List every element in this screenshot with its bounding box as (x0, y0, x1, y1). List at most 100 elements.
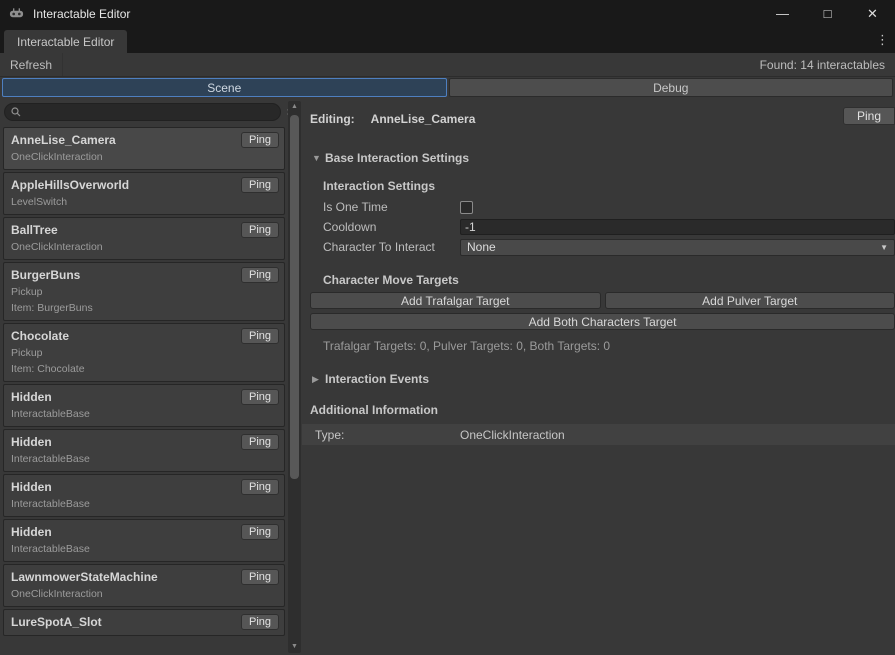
ping-button[interactable]: Ping (241, 132, 279, 148)
item-details: OneClickInteraction (11, 151, 238, 163)
ping-button[interactable]: Ping (241, 267, 279, 283)
foldout-closed-icon: ▶ (312, 374, 325, 385)
list-scrollbar[interactable]: ▲ ▼ (288, 101, 301, 653)
item-detail: Pickup (11, 347, 238, 359)
ping-button[interactable]: Ping (241, 524, 279, 540)
move-targets-header: Character Move Targets (323, 273, 895, 287)
item-name: Hidden (11, 525, 238, 539)
item-details: OneClickInteraction (11, 241, 238, 253)
item-details: OneClickInteraction (11, 588, 238, 600)
item-name: LawnmowerStateMachine (11, 570, 238, 584)
minimize-button[interactable]: — (760, 0, 805, 27)
is-one-time-label: Is One Time (323, 200, 460, 214)
scroll-up-icon[interactable]: ▲ (288, 101, 301, 113)
refresh-button[interactable]: Refresh (0, 53, 63, 76)
list-item[interactable]: BallTree OneClickInteraction Ping (3, 217, 285, 260)
list-item[interactable]: Hidden InteractableBase Ping (3, 474, 285, 517)
character-to-interact-dropdown[interactable]: None ▼ (460, 239, 895, 256)
ping-button[interactable]: Ping (241, 479, 279, 495)
maximize-button[interactable]: □ (805, 0, 850, 27)
dropdown-value: None (467, 240, 880, 254)
interaction-events-foldout-label: Interaction Events (325, 372, 429, 386)
close-button[interactable]: ✕ (850, 0, 895, 27)
tab-debug[interactable]: Debug (449, 78, 894, 97)
foldout-open-icon: ▼ (312, 153, 325, 163)
list-item[interactable]: Chocolate Pickup Item: Chocolate Ping (3, 323, 285, 382)
item-detail: InteractableBase (11, 543, 238, 555)
add-trafalgar-target-button[interactable]: Add Trafalgar Target (310, 292, 601, 309)
interactable-list: AnneLise_Camera OneClickInteraction Ping… (0, 126, 302, 655)
type-label: Type: (315, 428, 460, 442)
add-pulver-target-button[interactable]: Add Pulver Target (605, 292, 895, 309)
search-row: × (0, 98, 302, 126)
cooldown-label: Cooldown (323, 220, 460, 234)
ping-button[interactable]: Ping (241, 434, 279, 450)
item-name: BallTree (11, 223, 238, 237)
item-detail: InteractableBase (11, 453, 238, 465)
item-details: PickupItem: BurgerBuns (11, 286, 238, 314)
target-buttons-row: Add Trafalgar Target Add Pulver Target (310, 292, 895, 309)
list-item[interactable]: Hidden InteractableBase Ping (3, 384, 285, 427)
scrollbar-thumb[interactable] (290, 115, 299, 479)
item-name: BurgerBuns (11, 268, 238, 282)
ping-button[interactable]: Ping (241, 177, 279, 193)
cooldown-field[interactable] (460, 219, 895, 235)
item-details: InteractableBase (11, 408, 238, 420)
main-content: × AnneLise_Camera OneClickInteraction Pi… (0, 98, 895, 655)
item-detail: OneClickInteraction (11, 241, 238, 253)
item-detail: OneClickInteraction (11, 588, 238, 600)
item-name: Hidden (11, 390, 238, 404)
ping-button[interactable]: Ping (241, 569, 279, 585)
interaction-events-foldout[interactable]: ▶ Interaction Events (312, 372, 895, 386)
item-name: AnneLise_Camera (11, 133, 238, 147)
item-details: InteractableBase (11, 543, 238, 555)
found-count-label: Found: 14 interactables (760, 58, 895, 72)
tab-scene[interactable]: Scene (2, 78, 447, 97)
item-name: Chocolate (11, 329, 238, 343)
inspector-ping-button[interactable]: Ping (843, 107, 895, 125)
is-one-time-row: Is One Time (323, 197, 895, 217)
search-box[interactable] (4, 103, 281, 121)
list-item[interactable]: LawnmowerStateMachine OneClickInteractio… (3, 564, 285, 607)
is-one-time-checkbox[interactable] (460, 201, 473, 214)
targets-summary: Trafalgar Targets: 0, Pulver Targets: 0,… (323, 339, 895, 353)
list-item[interactable]: AppleHillsOverworld LevelSwitch Ping (3, 172, 285, 215)
scene-list-panel: × AnneLise_Camera OneClickInteraction Pi… (0, 98, 302, 655)
editing-label: Editing: (310, 112, 355, 126)
list-item[interactable]: Hidden InteractableBase Ping (3, 429, 285, 472)
item-detail: Item: Chocolate (11, 363, 238, 375)
ping-button[interactable]: Ping (241, 614, 279, 630)
character-to-interact-label: Character To Interact (323, 240, 460, 254)
app-gamepad-icon (9, 6, 24, 21)
list-item[interactable]: BurgerBuns PickupItem: BurgerBuns Ping (3, 262, 285, 321)
ping-button[interactable]: Ping (241, 328, 279, 344)
list-item[interactable]: LureSpotA_Slot Ping (3, 609, 285, 636)
item-detail: LevelSwitch (11, 196, 238, 208)
item-name: Hidden (11, 480, 238, 494)
type-value: OneClickInteraction (460, 428, 565, 442)
add-both-targets-button[interactable]: Add Both Characters Target (310, 313, 895, 330)
list-item[interactable]: AnneLise_Camera OneClickInteraction Ping (3, 127, 285, 170)
list-item[interactable]: Hidden InteractableBase Ping (3, 519, 285, 562)
chevron-down-icon: ▼ (880, 243, 888, 252)
toolbar: Refresh Found: 14 interactables (0, 53, 895, 77)
inspector-panel: Editing: AnneLise_Camera Ping ▼ Base Int… (302, 98, 895, 655)
tab-interactable-editor[interactable]: Interactable Editor (4, 30, 127, 53)
search-input[interactable] (25, 106, 274, 118)
item-detail: InteractableBase (11, 408, 238, 420)
search-icon (11, 107, 21, 117)
item-detail: Pickup (11, 286, 238, 298)
character-to-interact-row: Character To Interact None ▼ (323, 237, 895, 257)
window-controls: — □ ✕ (760, 0, 895, 27)
editing-value: AnneLise_Camera (371, 112, 476, 126)
ping-button[interactable]: Ping (241, 389, 279, 405)
item-name: Hidden (11, 435, 238, 449)
kebab-menu-icon[interactable]: ⋮ (869, 32, 895, 48)
item-details: InteractableBase (11, 498, 238, 510)
base-settings-foldout-label: Base Interaction Settings (325, 151, 469, 165)
window-title: Interactable Editor (33, 7, 130, 21)
interaction-settings-header: Interaction Settings (323, 179, 895, 193)
ping-button[interactable]: Ping (241, 222, 279, 238)
base-settings-foldout[interactable]: ▼ Base Interaction Settings (312, 151, 895, 165)
scroll-down-icon[interactable]: ▼ (288, 641, 301, 653)
